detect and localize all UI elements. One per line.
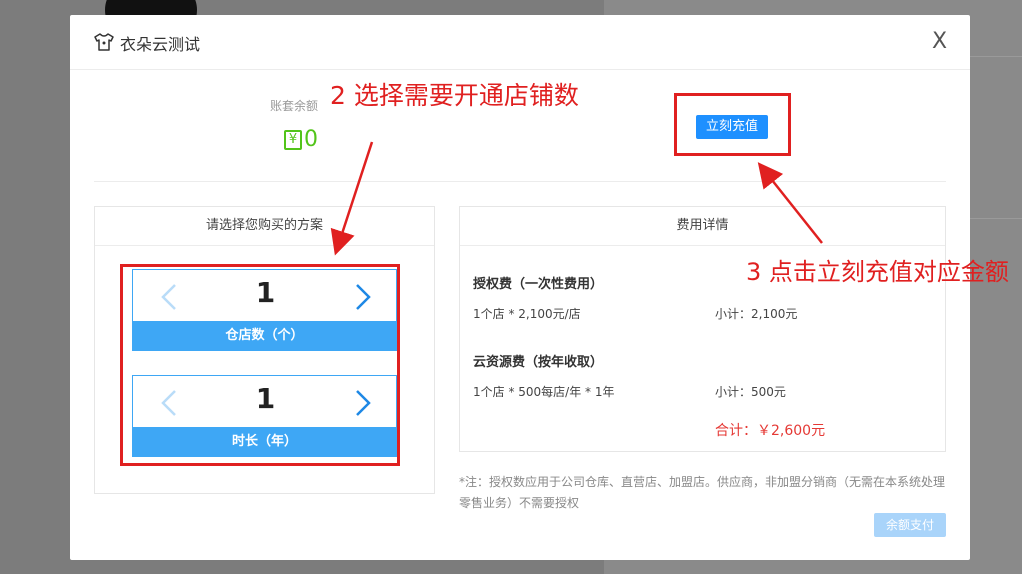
cost-panel-title: 费用详情: [460, 207, 945, 246]
plan-panel: 请选择您购买的方案 1 仓店数（个） 1 时长（年）: [94, 206, 435, 494]
license-fee-title: 授权费（一次性费用）: [473, 277, 604, 292]
store-count-label: 仓店数（个）: [132, 321, 397, 351]
balance-amount: ¥ 0: [284, 127, 318, 152]
section-divider: [94, 181, 946, 182]
cloud-fee-line: 1个店 * 500每店/年 * 1年: [473, 385, 615, 399]
dialog-title: 衣朵云测试: [120, 35, 201, 54]
annotation-step-2: 2 选择需要开通店铺数: [330, 81, 579, 110]
chevron-right-icon[interactable]: [347, 388, 377, 418]
chevron-right-icon[interactable]: [347, 282, 377, 312]
yen-icon: ¥: [284, 129, 302, 150]
recharge-button[interactable]: 立刻充值: [696, 115, 768, 139]
license-fee-subtotal: 小计：2,100元: [715, 307, 798, 321]
shirt-icon: [94, 33, 114, 51]
cloud-fee-title: 云资源费（按年收取）: [473, 355, 604, 370]
duration-label: 时长（年）: [132, 427, 397, 457]
store-count-stepper: 1 仓店数（个）: [132, 269, 397, 351]
dialog-header: 衣朵云测试 X: [70, 15, 970, 70]
balance-value: 0: [304, 127, 318, 152]
cloud-fee-subtotal: 小计：500元: [715, 385, 786, 399]
annotation-step-3: 3 点击立刻充值对应金额: [746, 258, 1009, 286]
cost-panel: 费用详情 授权费（一次性费用） 1个店 * 2,100元/店 小计：2,100元…: [459, 206, 946, 452]
plan-panel-title: 请选择您购买的方案: [95, 207, 434, 246]
license-fee-line: 1个店 * 2,100元/店: [473, 307, 581, 321]
total-amount: 合计：￥2,600元: [715, 423, 826, 439]
close-button[interactable]: X: [932, 30, 947, 54]
balance-label: 账套余额: [270, 99, 319, 113]
duration-stepper: 1 时长（年）: [132, 375, 397, 457]
balance-pay-button[interactable]: 余额支付: [874, 513, 946, 537]
license-note: *注：授权数应用于公司仓库、直营店、加盟店。供应商，非加盟分销商（无需在本系统处…: [459, 475, 946, 510]
